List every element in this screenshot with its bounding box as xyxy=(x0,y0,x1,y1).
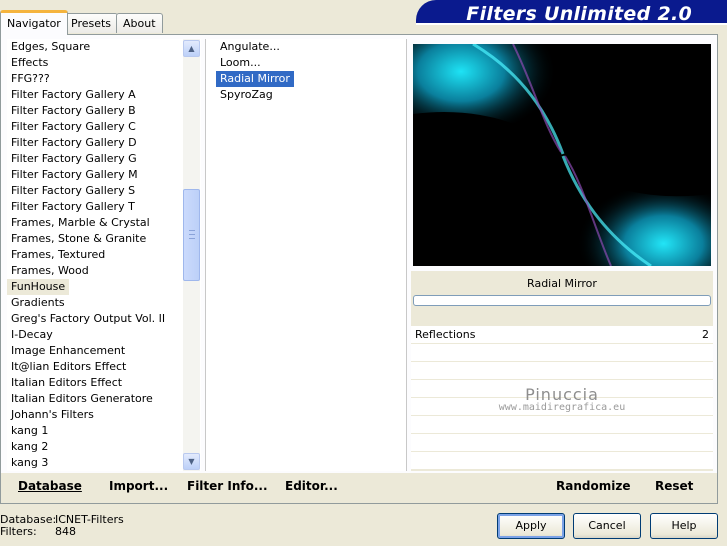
parameter-row[interactable]: Reflections 2 xyxy=(411,326,713,344)
category-item[interactable]: I-Decay xyxy=(7,327,183,343)
category-item[interactable]: Frames, Marble & Crystal xyxy=(7,215,183,231)
empty-parameter-row xyxy=(411,416,713,434)
category-item[interactable]: Italian Editors Effect xyxy=(7,375,183,391)
tab-presets[interactable]: Presets xyxy=(64,13,119,33)
database-label: Database xyxy=(18,479,82,493)
empty-parameter-row xyxy=(411,344,713,362)
category-rows: Edges, Square Effects FFG??? Filter Factory… xyxy=(7,39,183,471)
category-item[interactable]: Filter Factory Gallery G xyxy=(7,151,183,167)
scroll-thumb[interactable] xyxy=(183,189,200,281)
scroll-up-button[interactable]: ▲ xyxy=(183,40,200,57)
empty-parameter-row xyxy=(411,398,713,416)
category-item[interactable]: Gradients xyxy=(7,295,183,311)
status-info: Database:ICNET-Filters Filters: 848 xyxy=(0,514,124,538)
category-item[interactable]: Frames, Textured xyxy=(7,247,183,263)
category-list[interactable]: Edges, Square Effects FFG??? Filter Factory… xyxy=(7,39,201,471)
filter-item[interactable]: Loom... xyxy=(216,55,294,71)
category-item[interactable]: Filter Factory Gallery A xyxy=(7,87,183,103)
scroll-down-button[interactable]: ▼ xyxy=(183,453,200,470)
filter-item[interactable]: SpyroZag xyxy=(216,87,294,103)
filter-rows: Angulate... Loom... Radial Mirror SpyroZag xyxy=(216,39,294,103)
progress-bar xyxy=(413,295,711,306)
category-item[interactable]: kang 1 xyxy=(7,423,183,439)
import-button[interactable]: Import... xyxy=(109,479,168,493)
category-item[interactable]: It@lian Editors Effect xyxy=(7,359,183,375)
category-item[interactable]: Image Enhancement xyxy=(7,343,183,359)
tab-about[interactable]: About xyxy=(116,13,163,33)
filters-status-value: 848 xyxy=(55,525,76,538)
category-item[interactable]: Filter Factory Gallery M xyxy=(7,167,183,183)
empty-parameter-row xyxy=(411,434,713,452)
filter-info-button[interactable]: Filter Info... xyxy=(187,479,268,493)
preview-filter-name: Radial Mirror xyxy=(527,277,597,290)
database-button[interactable]: Database xyxy=(18,479,82,493)
category-item[interactable]: Filter Factory Gallery S xyxy=(7,183,183,199)
tab-navigator[interactable]: Navigator xyxy=(0,10,68,35)
parameter-list: Reflections 2 xyxy=(411,326,713,471)
category-item[interactable]: Filter Factory Gallery B xyxy=(7,103,183,119)
parameter-value: 2 xyxy=(702,328,709,341)
category-item[interactable]: Filter Factory Gallery T xyxy=(7,199,183,215)
category-item[interactable]: Italian Editors Generatore xyxy=(7,391,183,407)
reset-label: Reset xyxy=(655,479,694,493)
filter-controls: Radial Mirror Reflections 2 xyxy=(411,271,713,471)
category-item[interactable]: FunHouse xyxy=(7,279,70,295)
category-item[interactable]: Frames, Stone & Granite xyxy=(7,231,183,247)
reset-button[interactable]: Reset xyxy=(655,479,693,493)
filter-preview xyxy=(413,44,711,266)
category-item[interactable]: kang 2 xyxy=(7,439,183,455)
title-banner: Filters Unlimited 2.0 xyxy=(416,0,727,25)
category-item[interactable]: Johann's Filters xyxy=(7,407,183,423)
apply-button[interactable]: Apply xyxy=(497,513,565,539)
randomize-label: Randomize xyxy=(556,479,631,493)
category-item[interactable]: Filter Factory Gallery D xyxy=(7,135,183,151)
category-item[interactable]: Filter Factory Gallery C xyxy=(7,119,183,135)
empty-parameter-row xyxy=(411,380,713,398)
category-item[interactable]: Effects xyxy=(7,55,183,71)
import-label: Import... xyxy=(109,479,169,493)
filter-list[interactable]: Angulate... Loom... Radial Mirror SpyroZag xyxy=(205,39,407,471)
empty-parameter-row xyxy=(411,362,713,380)
filter-info-label: Filter Info... xyxy=(187,479,268,493)
category-item[interactable]: Greg's Factory Output Vol. II xyxy=(7,311,183,327)
filter-item[interactable]: Angulate... xyxy=(216,39,294,55)
preview-image xyxy=(413,44,711,266)
grip-icon xyxy=(189,230,195,239)
category-item[interactable]: Frames, Wood xyxy=(7,263,183,279)
randomize-button[interactable]: Randomize xyxy=(556,479,630,493)
category-item[interactable]: Edges, Square xyxy=(7,39,183,55)
editor-label: Editor... xyxy=(285,479,338,493)
filter-item[interactable]: Radial Mirror xyxy=(216,71,294,87)
app-title: Filters Unlimited 2.0 xyxy=(466,3,692,25)
parameter-label: Reflections xyxy=(415,328,476,341)
cancel-button[interactable]: Cancel xyxy=(573,513,641,539)
editor-button[interactable]: Editor... xyxy=(285,479,338,493)
help-button[interactable]: Help xyxy=(650,513,718,539)
category-item[interactable]: kang 3 xyxy=(7,455,183,471)
navigator-panel: Edges, Square Effects FFG??? Filter Factory… xyxy=(0,34,718,504)
empty-parameter-row xyxy=(411,452,713,470)
navigator-toolbar: Database Import... Filter Info... Editor… xyxy=(1,473,717,503)
category-scrollbar[interactable]: ▲ ▼ xyxy=(183,39,200,471)
filters-status-label: Filters: xyxy=(0,525,37,538)
category-item[interactable]: FFG??? xyxy=(7,71,183,87)
